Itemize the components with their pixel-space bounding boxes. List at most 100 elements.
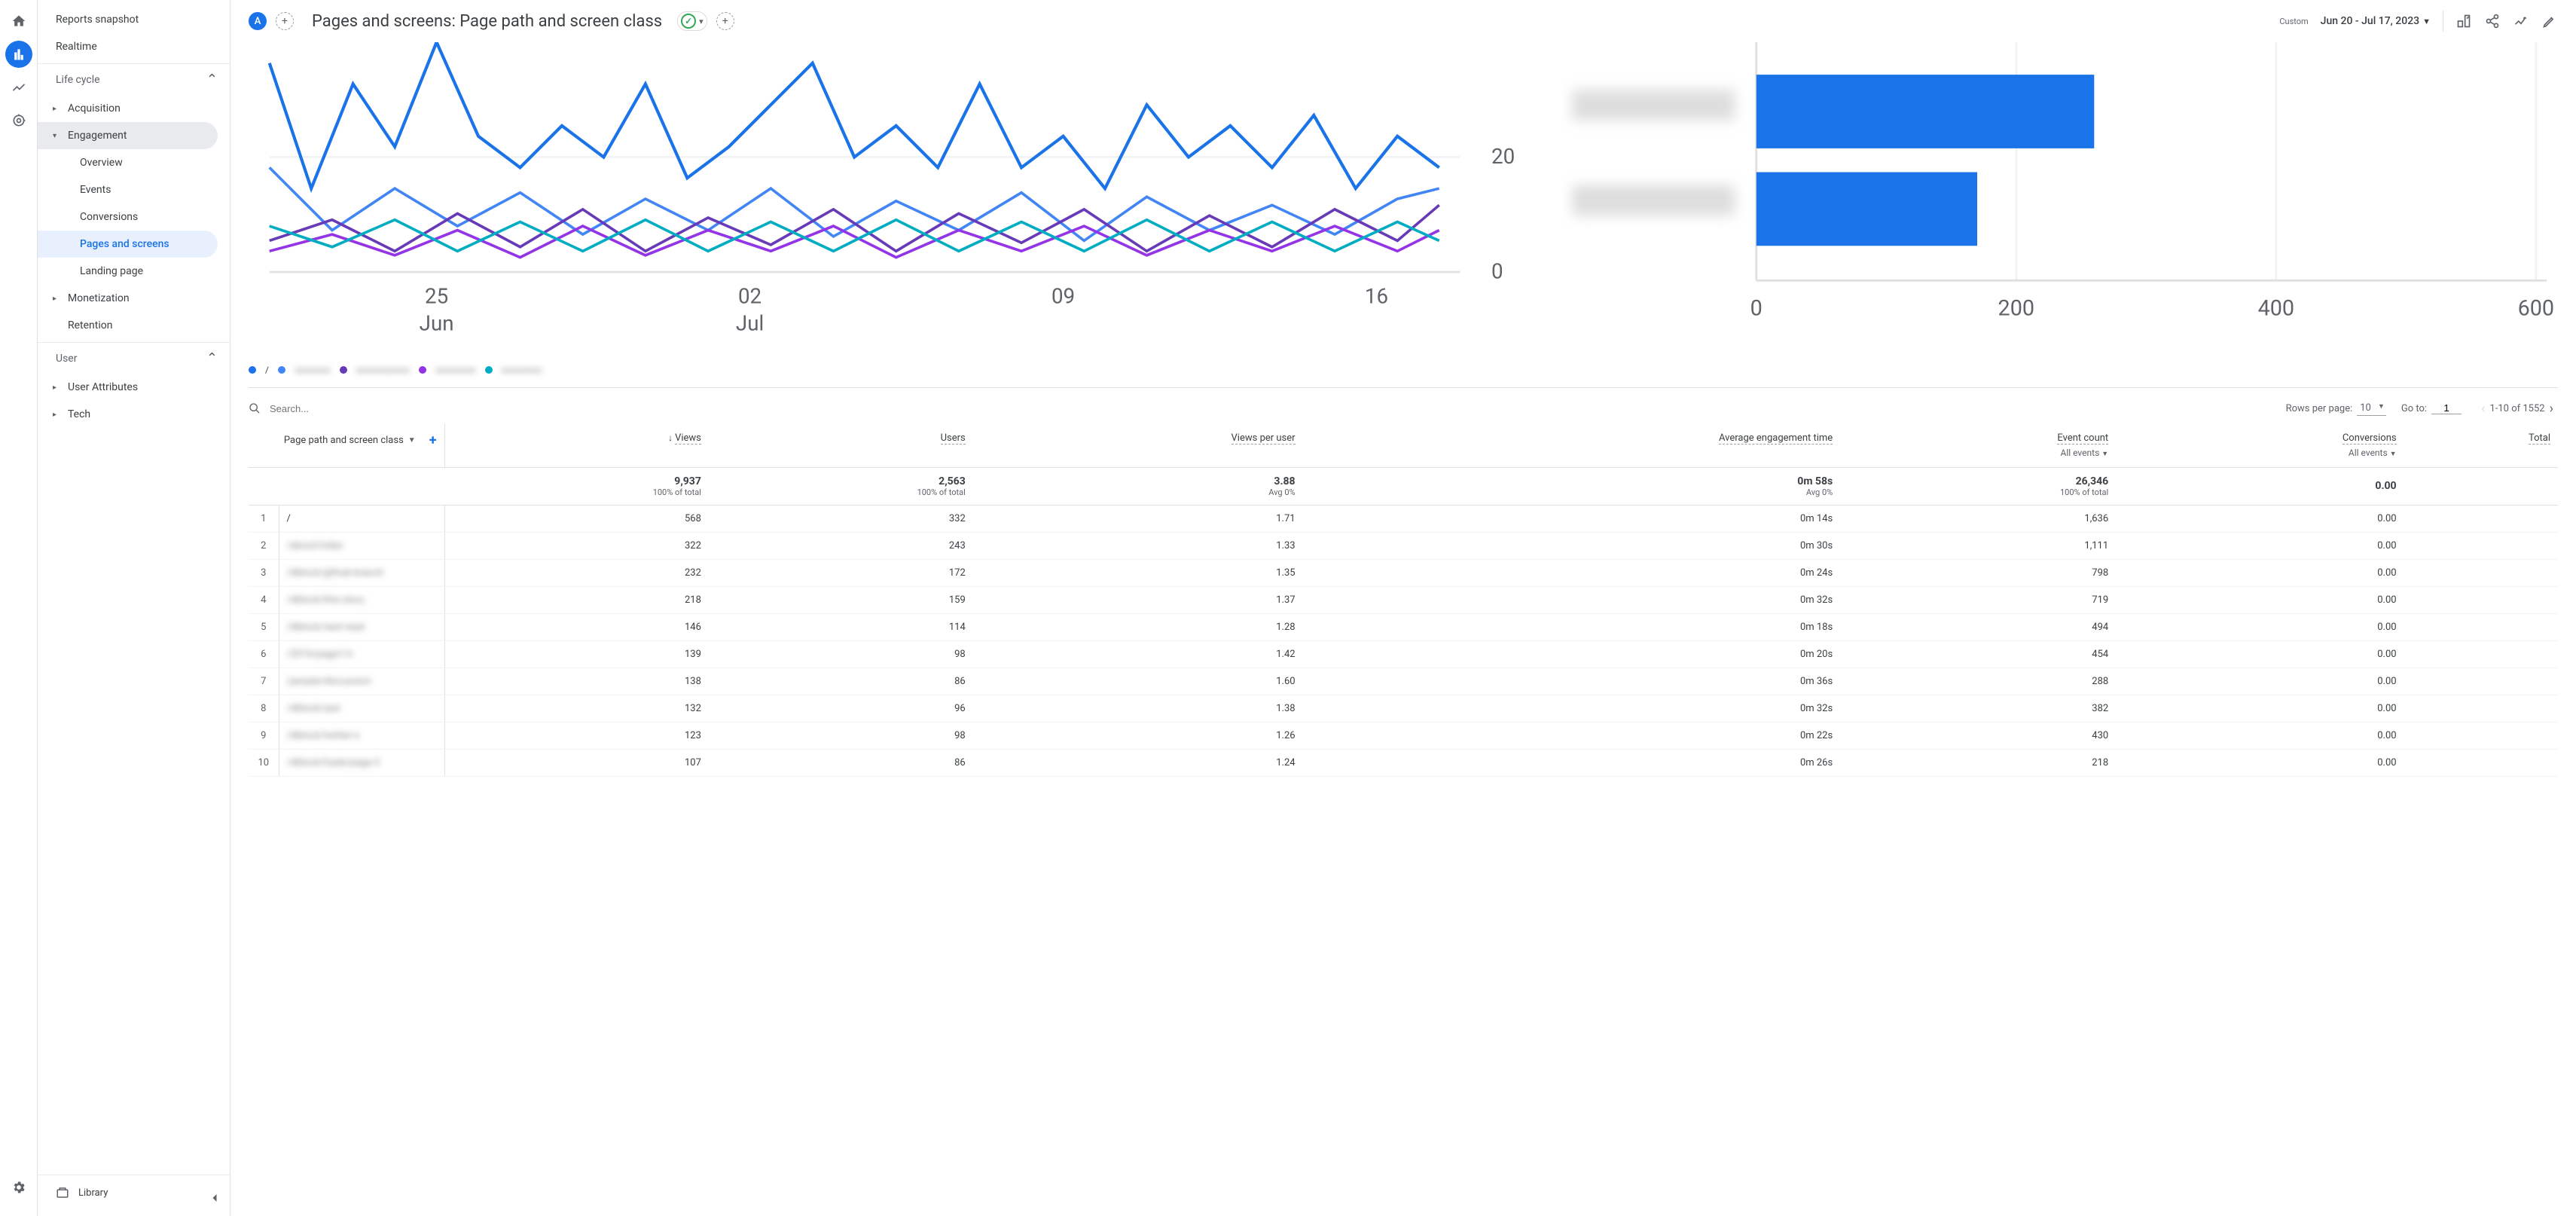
legend-dot bbox=[278, 366, 285, 374]
table-row[interactable]: 9 /dblock/twitter-n 123 98 1.26 0m 22s 4… bbox=[249, 722, 2558, 749]
col-users[interactable]: Users bbox=[709, 423, 973, 468]
caret-right-icon: ▸ bbox=[53, 383, 65, 392]
header: A + Pages and screens: Page path and scr… bbox=[230, 0, 2576, 42]
col-aet[interactable]: Average engagement time bbox=[1303, 423, 1841, 468]
table-row[interactable]: 10 /dblock/trade/page-3 107 86 1.24 0m 2… bbox=[249, 749, 2558, 776]
table-row[interactable]: 8 /dblock/asd 132 96 1.38 0m 32s 382 0.0… bbox=[249, 695, 2558, 722]
col-conversions[interactable]: ConversionsAll events ▼ bbox=[2116, 423, 2404, 468]
collapse-sidebar-icon[interactable] bbox=[207, 1190, 222, 1208]
svg-text:400: 400 bbox=[2258, 295, 2294, 321]
row-views: 322 bbox=[444, 532, 709, 559]
nav-engagement[interactable]: ▾ Engagement bbox=[38, 122, 218, 149]
status-pill[interactable]: ✓ ▾ bbox=[677, 11, 707, 31]
row-conv: 0.00 bbox=[2116, 586, 2404, 613]
row-aet: 0m 20s bbox=[1303, 640, 1841, 668]
add-dimension-button[interactable]: + bbox=[429, 432, 437, 448]
row-vpu: 1.60 bbox=[973, 668, 1303, 695]
share-icon[interactable] bbox=[2484, 13, 2501, 29]
reports-icon[interactable] bbox=[5, 41, 32, 68]
col-views[interactable]: ↓Views bbox=[444, 423, 709, 468]
col-vpu[interactable]: Views per user bbox=[973, 423, 1303, 468]
table-row[interactable]: 4 /dblock/this-story 218 159 1.37 0m 32s… bbox=[249, 586, 2558, 613]
row-path: /dblock/next-read bbox=[279, 613, 444, 640]
customize-report-icon[interactable] bbox=[2455, 13, 2472, 29]
table-row[interactable]: 5 /dblock/next-read 146 114 1.28 0m 18s … bbox=[249, 613, 2558, 640]
nav-engagement-overview[interactable]: Overview bbox=[38, 149, 230, 176]
nav-section-label: User bbox=[56, 353, 77, 365]
nav-monetization[interactable]: ▸ Monetization bbox=[38, 285, 230, 312]
segment-badge[interactable]: A bbox=[249, 12, 267, 30]
nav-reports-snapshot[interactable]: Reports snapshot bbox=[38, 6, 230, 33]
row-total bbox=[2404, 586, 2558, 613]
next-page-button[interactable]: › bbox=[2545, 401, 2558, 417]
search-input[interactable] bbox=[267, 400, 417, 417]
table-row[interactable]: 3 /dblock/github-branch 232 172 1.35 0m … bbox=[249, 559, 2558, 586]
row-vpu: 1.42 bbox=[973, 640, 1303, 668]
row-vpu: 1.37 bbox=[973, 586, 1303, 613]
row-conv: 0.00 bbox=[2116, 695, 2404, 722]
goto-label: Go to: bbox=[2401, 403, 2427, 414]
check-icon: ✓ bbox=[681, 14, 696, 29]
col-events[interactable]: Event countAll events ▼ bbox=[1840, 423, 2116, 468]
dimension-header[interactable]: Page path and screen class ▼ + bbox=[249, 423, 444, 468]
settings-icon[interactable] bbox=[5, 1174, 32, 1201]
nav-engagement-events[interactable]: Events bbox=[38, 176, 230, 203]
nav-library[interactable]: Library bbox=[38, 1175, 230, 1210]
goto-input[interactable] bbox=[2431, 402, 2462, 414]
nav-section-lifecycle[interactable]: Life cycle ⌃ bbox=[38, 63, 230, 95]
add-comparison-button[interactable]: + bbox=[276, 12, 294, 30]
nav-engagement-conversions[interactable]: Conversions bbox=[38, 203, 230, 231]
col-total[interactable]: Total bbox=[2404, 423, 2558, 468]
table-row[interactable]: 7 /people/discussion 138 86 1.60 0m 36s … bbox=[249, 668, 2558, 695]
row-aet: 0m 22s bbox=[1303, 722, 1841, 749]
row-vpu: 1.33 bbox=[973, 532, 1303, 559]
dimension-label: Page path and screen class bbox=[284, 435, 404, 446]
insights-icon[interactable] bbox=[2513, 13, 2529, 29]
nav-engagement-pages[interactable]: Pages and screens bbox=[38, 231, 218, 258]
row-path: /about/index bbox=[279, 532, 444, 559]
row-index: 10 bbox=[249, 749, 279, 776]
sort-desc-icon: ↓ bbox=[668, 432, 673, 443]
legend-label-redacted: xxxxxxxxx bbox=[502, 365, 542, 375]
row-conv: 0.00 bbox=[2116, 505, 2404, 532]
row-total bbox=[2404, 668, 2558, 695]
table-row[interactable]: 2 /about/index 322 243 1.33 0m 30s 1,111… bbox=[249, 532, 2558, 559]
row-users: 86 bbox=[709, 668, 973, 695]
row-vpu: 1.28 bbox=[973, 613, 1303, 640]
nav-realtime[interactable]: Realtime bbox=[38, 33, 230, 60]
row-path: /dblock/this-story bbox=[279, 586, 444, 613]
explore-icon[interactable] bbox=[5, 74, 32, 101]
row-conv: 0.00 bbox=[2116, 722, 2404, 749]
row-users: 159 bbox=[709, 586, 973, 613]
row-index: 2 bbox=[249, 532, 279, 559]
nav-retention[interactable]: Retention bbox=[38, 312, 230, 339]
row-index: 6 bbox=[249, 640, 279, 668]
library-icon bbox=[56, 1186, 69, 1199]
advertising-icon[interactable] bbox=[5, 107, 32, 134]
row-conv: 0.00 bbox=[2116, 749, 2404, 776]
home-icon[interactable] bbox=[5, 8, 32, 35]
add-filter-button[interactable]: + bbox=[716, 12, 734, 30]
nav-section-user[interactable]: User ⌃ bbox=[38, 342, 230, 374]
rows-per-page-value: 10 bbox=[2360, 402, 2371, 414]
table-row[interactable]: 6 /2016/page1/n 139 98 1.42 0m 20s 454 0… bbox=[249, 640, 2558, 668]
edit-icon[interactable] bbox=[2541, 13, 2558, 29]
nav-engagement-landing[interactable]: Landing page bbox=[38, 258, 230, 285]
rows-per-page-select[interactable]: 10 ▼ bbox=[2357, 401, 2386, 416]
row-index: 7 bbox=[249, 668, 279, 695]
table-row[interactable]: 1 / 568 332 1.71 0m 14s 1,636 0.00 bbox=[249, 505, 2558, 532]
row-path: /dblock/github-branch bbox=[279, 559, 444, 586]
row-aet: 0m 36s bbox=[1303, 668, 1841, 695]
row-views: 107 bbox=[444, 749, 709, 776]
row-path: /dblock/twitter-n bbox=[279, 722, 444, 749]
date-range-picker[interactable]: Jun 20 - Jul 17, 2023 ▼ bbox=[2321, 15, 2431, 27]
nav-user-attributes[interactable]: ▸ User Attributes bbox=[38, 374, 230, 401]
row-total bbox=[2404, 559, 2558, 586]
nav-acquisition[interactable]: ▸ Acquisition bbox=[38, 95, 230, 122]
chevron-down-icon: ▾ bbox=[699, 17, 704, 26]
prev-page-button[interactable]: ‹ bbox=[2477, 401, 2489, 417]
row-aet: 0m 26s bbox=[1303, 749, 1841, 776]
nav-tech[interactable]: ▸ Tech bbox=[38, 401, 230, 428]
row-users: 98 bbox=[709, 640, 973, 668]
svg-text:25: 25 bbox=[425, 284, 448, 309]
